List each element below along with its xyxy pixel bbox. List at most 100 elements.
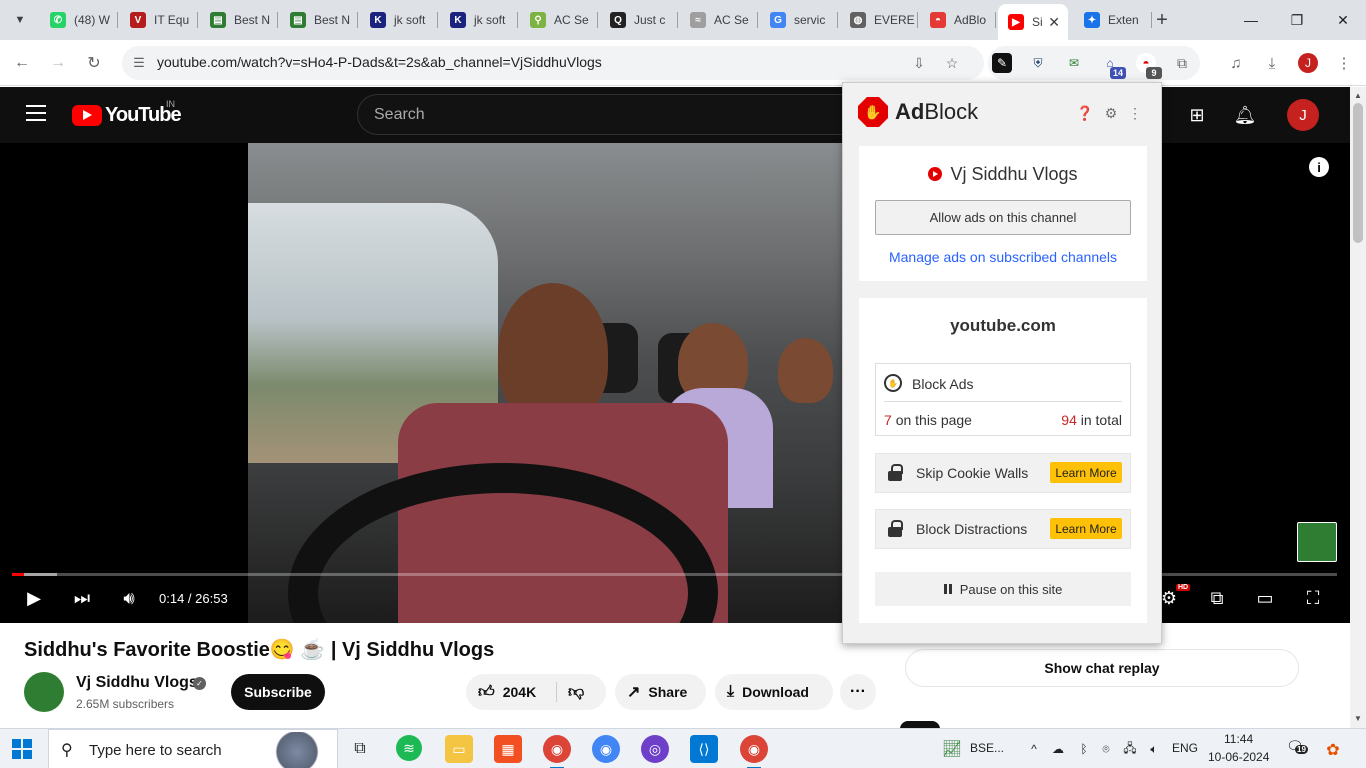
next-button[interactable]: ⏭	[70, 586, 94, 610]
vscode-icon[interactable]: ⟨⟩	[690, 735, 718, 763]
chrome-active-icon[interactable]: ◉	[740, 735, 768, 768]
browser-tab[interactable]: ▤ Best N	[200, 6, 278, 34]
browser-tab[interactable]: Kjk soft	[440, 6, 518, 34]
media-control-icon[interactable]: ♫	[1224, 51, 1248, 75]
chrome-menu-icon[interactable]: ⋮	[1332, 51, 1356, 75]
hat-extension-icon[interactable]: ⌂ 14	[1100, 53, 1126, 79]
reload-button[interactable]: ↻	[82, 51, 106, 75]
network-icon[interactable]: 🖧︎	[1122, 741, 1138, 757]
play-button[interactable]: ▶	[22, 586, 46, 610]
clock-date[interactable]: 10-06-2024	[1208, 750, 1269, 764]
tab-search-button[interactable]: ▼	[8, 8, 32, 32]
tab-active[interactable]: ▶ Si ✕	[998, 4, 1068, 40]
chrome-profile-icon[interactable]: ◉	[543, 735, 571, 768]
bell-icon[interactable]: 🔔︎	[1233, 103, 1257, 127]
taskbar-search-input[interactable]: ⚲ Type here to search	[48, 729, 338, 768]
more-vertical-icon[interactable]: ⋮	[1127, 105, 1143, 121]
browser-tab[interactable]: ✦ Exten	[1074, 6, 1152, 34]
gear-icon[interactable]: ⚙	[1103, 105, 1119, 121]
tab-close-icon[interactable]: ✕	[1048, 14, 1060, 31]
subscribe-button[interactable]: Subscribe	[231, 674, 325, 710]
github-desktop-icon[interactable]: ◎	[641, 735, 669, 763]
block-ads-row[interactable]: ✋ Block Ads 7 on this page 94 in total	[875, 363, 1131, 436]
speaker-icon[interactable]: 🔈︎	[1146, 741, 1162, 757]
browser-tab[interactable]: ▤ Best N	[280, 6, 358, 34]
download-icon[interactable]: ⤓	[1260, 51, 1284, 75]
channel-avatar[interactable]	[24, 672, 64, 712]
restore-button[interactable]: ❐	[1274, 0, 1320, 40]
puzzle-icon[interactable]: ⧉	[1172, 53, 1192, 73]
stock-label[interactable]: BSE...	[970, 741, 1004, 755]
search-input[interactable]: Search	[357, 94, 857, 135]
learn-more-button[interactable]: Learn More	[1050, 518, 1122, 539]
bluetooth-icon[interactable]: ᛒ	[1076, 741, 1092, 757]
language-indicator[interactable]: ENG	[1172, 741, 1198, 755]
browser-tab[interactable]: ◓ AdBlo	[920, 6, 996, 34]
install-app-icon[interactable]: ⇩	[910, 54, 928, 72]
spotify-icon[interactable]: ≋	[396, 735, 422, 761]
mail-extension-icon[interactable]: ✉	[1064, 53, 1084, 73]
pen-extension-icon[interactable]: ✎	[992, 53, 1012, 73]
theater-mode-button[interactable]: ▭	[1253, 586, 1277, 610]
youtube-logo[interactable]: YouTube IN	[72, 99, 182, 127]
minimize-button[interactable]: —	[1228, 0, 1274, 40]
fullscreen-button[interactable]: ⛶	[1301, 586, 1325, 610]
chrome-icon[interactable]: ◉	[592, 735, 620, 763]
bookmark-star-icon[interactable]: ☆	[943, 54, 961, 72]
create-video-icon[interactable]: ⊞	[1185, 103, 1209, 127]
task-view-icon[interactable]: ⧉	[346, 735, 374, 763]
account-avatar[interactable]: J	[1287, 99, 1319, 131]
share-button[interactable]: ↗ Share	[615, 674, 706, 710]
new-tab-button[interactable]: +	[1150, 8, 1174, 32]
page-scrollbar[interactable]: ▲ ▼	[1350, 87, 1366, 728]
channel-watermark[interactable]	[1297, 522, 1337, 562]
onedrive-icon[interactable]: ☁	[1050, 741, 1066, 757]
camera-icon[interactable]: ⌾	[1098, 741, 1114, 757]
profile-avatar[interactable]: J	[1298, 53, 1318, 73]
scrollbar-thumb[interactable]	[1353, 103, 1363, 243]
address-bar[interactable]: ☰ youtube.com/watch?v=sHo4-P-Dads&t=2s&a…	[122, 46, 984, 80]
stock-chart-icon[interactable]: 📈︎	[938, 741, 966, 758]
menu-icon[interactable]	[26, 105, 46, 121]
browser-tab[interactable]: ◍ EVERE	[840, 6, 918, 34]
thumbs-up-icon[interactable]: 👍︎	[478, 683, 495, 702]
back-button[interactable]: ←	[10, 51, 34, 75]
allow-ads-channel-button[interactable]: Allow ads on this channel	[875, 200, 1131, 235]
scroll-up-icon[interactable]: ▲	[1354, 91, 1362, 100]
info-icon[interactable]: i	[1309, 157, 1329, 177]
close-window-button[interactable]: ✕	[1320, 0, 1366, 40]
help-icon[interactable]: ❓	[1076, 105, 1093, 121]
clock-time[interactable]: 11:44	[1224, 732, 1253, 746]
pause-on-site-button[interactable]: Pause on this site	[875, 572, 1131, 606]
browser-tab[interactable]: V IT Equ	[120, 6, 198, 34]
channel-name[interactable]: Vj Siddhu Vlogs	[76, 674, 198, 692]
adblock-extension-icon[interactable]: ◓ 9	[1136, 53, 1162, 79]
thumbs-down-icon[interactable]: 👎︎	[568, 683, 584, 702]
learn-more-button[interactable]: Learn More	[1050, 462, 1122, 483]
scroll-down-icon[interactable]: ▼	[1354, 714, 1362, 723]
miniplayer-button[interactable]: ⧉	[1205, 586, 1229, 610]
download-button[interactable]: ⤓ Download	[715, 674, 833, 710]
browser-tab[interactable]: Gservic	[760, 6, 838, 34]
store-icon[interactable]: ▦	[494, 735, 522, 763]
like-count[interactable]: 204K	[503, 684, 536, 700]
widgets-icon[interactable]: ✿	[1322, 739, 1344, 761]
show-hidden-icons[interactable]: ^	[1026, 741, 1042, 757]
manage-subscribed-link[interactable]: Manage ads on subscribed channels	[859, 249, 1147, 265]
notification-center[interactable]: 🗨︎19	[1286, 738, 1308, 758]
more-actions-button[interactable]: ···	[840, 674, 876, 710]
youtube-icon	[928, 167, 943, 181]
windows-start-button[interactable]	[12, 739, 32, 759]
tab-label: (48) W	[74, 13, 110, 27]
forward-button[interactable]: →	[46, 51, 70, 75]
browser-tab[interactable]: Kjk soft	[360, 6, 438, 34]
volume-button[interactable]: 🔊︎	[117, 586, 141, 610]
browser-tab[interactable]: ≈ AC Se	[680, 6, 758, 34]
browser-tab[interactable]: ✆ (48) W	[40, 6, 118, 34]
browser-tab[interactable]: Q Just c	[600, 6, 678, 34]
shield-extension-icon[interactable]: ⛨	[1028, 53, 1048, 73]
file-explorer-icon[interactable]: ▭	[445, 735, 473, 763]
browser-tab[interactable]: ⚲ AC Se	[520, 6, 598, 34]
show-chat-replay-button[interactable]: Show chat replay	[905, 649, 1299, 687]
site-info-icon[interactable]: ☰	[130, 54, 148, 72]
